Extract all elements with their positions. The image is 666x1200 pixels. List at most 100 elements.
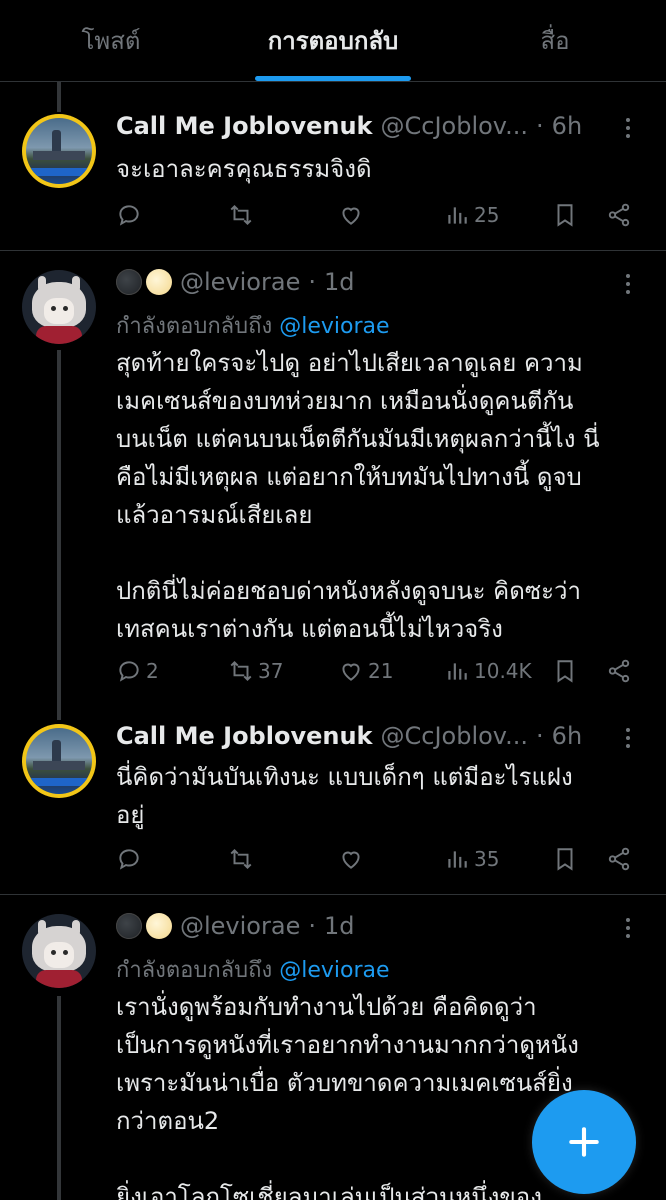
retweet-button[interactable] <box>228 202 258 228</box>
tweet-header: @leviorae · 1d <box>116 912 354 940</box>
tweet-actions: 25 <box>116 202 636 232</box>
replying-to: กำลังตอบกลับถึง @leviorae <box>116 952 390 987</box>
avatar[interactable] <box>22 914 96 988</box>
avatar[interactable] <box>22 270 96 344</box>
like-button[interactable]: 21 <box>338 658 393 684</box>
bookmark-button[interactable] <box>552 658 578 684</box>
share-button[interactable] <box>606 202 632 228</box>
user-handle[interactable]: @CcJoblov... <box>381 112 529 140</box>
tweet-text: นี่คิดว่ามันบันเทิงนะ แบบเด็กๆ แต่มีอะไร… <box>116 763 573 829</box>
views-button[interactable]: 10.4K <box>444 658 532 684</box>
full-moon-icon <box>146 269 172 295</box>
reply-button[interactable] <box>116 846 146 872</box>
reply-icon <box>119 661 139 682</box>
reply-count: 2 <box>146 659 159 683</box>
tweet-header: @leviorae · 1d <box>116 268 354 296</box>
tweet-text: สุดท้ายใครจะไปดู อย่าไปเสียเวลาดูเลย ควา… <box>116 349 600 643</box>
reply-button[interactable]: 2 <box>116 658 159 684</box>
divider <box>0 250 666 251</box>
bookmark-icon <box>557 660 573 683</box>
thread-line <box>57 996 61 1200</box>
more-options-icon[interactable] <box>620 274 636 294</box>
thread-line <box>57 350 61 720</box>
reply-icon <box>119 205 139 226</box>
tab-media[interactable]: สื่อ <box>444 0 666 81</box>
divider <box>0 894 666 895</box>
like-count: 21 <box>368 659 394 683</box>
views-icon <box>448 851 467 868</box>
separator-dot: · <box>536 722 544 750</box>
tab-posts[interactable]: โพสต์ <box>0 0 222 81</box>
timestamp[interactable]: 1d <box>324 268 355 296</box>
profile-tabs: โพสต์ การตอบกลับ สื่อ <box>0 0 666 82</box>
name-emoji[interactable] <box>116 269 172 295</box>
avatar[interactable] <box>22 724 96 798</box>
share-button[interactable] <box>606 846 632 872</box>
retweet-icon <box>230 204 252 226</box>
view-count: 10.4K <box>474 659 532 683</box>
plus-icon <box>569 1127 599 1157</box>
user-handle[interactable]: @CcJoblov... <box>381 722 529 750</box>
separator-dot: · <box>536 112 544 140</box>
tweet-text: จะเอาละครคุณธรรมจิงดิ <box>116 155 372 183</box>
like-button[interactable] <box>338 202 368 228</box>
share-icon <box>608 659 630 683</box>
retweet-icon <box>230 660 252 682</box>
bookmark-icon <box>557 848 573 871</box>
separator-dot: · <box>308 268 316 296</box>
view-count: 25 <box>474 203 500 227</box>
tweet-header: Call Me Joblovenuk @CcJoblov... · 6h <box>116 722 582 750</box>
compose-button[interactable] <box>532 1090 636 1194</box>
timestamp[interactable]: 6h <box>552 112 582 140</box>
views-button[interactable]: 25 <box>444 202 499 228</box>
display-name[interactable]: Call Me Joblovenuk <box>116 722 373 750</box>
tab-replies-label: การตอบกลับ <box>267 27 399 55</box>
mention-link[interactable]: @leviorae <box>279 958 389 983</box>
user-handle[interactable]: @leviorae <box>180 268 300 296</box>
like-button[interactable] <box>338 846 368 872</box>
share-icon <box>608 203 630 227</box>
replying-to-label: กำลังตอบกลับถึง <box>116 314 273 339</box>
more-options-icon[interactable] <box>620 728 636 748</box>
bookmark-button[interactable] <box>552 202 578 228</box>
heart-icon <box>342 851 360 869</box>
tab-replies[interactable]: การตอบกลับ <box>222 0 444 81</box>
replying-to: กำลังตอบกลับถึง @leviorae <box>116 308 390 343</box>
tweet-header: Call Me Joblovenuk @CcJoblov... · 6h <box>116 112 582 140</box>
mention-link[interactable]: @leviorae <box>279 314 389 339</box>
thread-line <box>57 82 61 112</box>
view-count: 35 <box>474 847 500 871</box>
retweet-button[interactable]: 37 <box>228 658 283 684</box>
tweet-actions: 35 <box>116 846 636 876</box>
views-icon <box>448 663 467 680</box>
timestamp[interactable]: 1d <box>324 912 355 940</box>
active-tab-indicator <box>255 76 411 81</box>
retweet-count: 37 <box>258 659 284 683</box>
bookmark-button[interactable] <box>552 846 578 872</box>
tab-media-label: สื่อ <box>540 27 570 55</box>
reply-icon <box>119 849 139 870</box>
views-button[interactable]: 35 <box>444 846 499 872</box>
new-moon-icon <box>116 913 142 939</box>
share-button[interactable] <box>606 658 632 684</box>
reply-button[interactable] <box>116 202 146 228</box>
more-options-icon[interactable] <box>620 918 636 938</box>
display-name[interactable]: Call Me Joblovenuk <box>116 112 373 140</box>
bookmark-icon <box>557 204 573 227</box>
share-icon <box>608 847 630 871</box>
views-icon <box>448 207 467 224</box>
user-handle[interactable]: @leviorae <box>180 912 300 940</box>
heart-icon <box>342 207 360 225</box>
retweet-button[interactable] <box>228 846 258 872</box>
separator-dot: · <box>308 912 316 940</box>
name-emoji[interactable] <box>116 913 172 939</box>
heart-icon <box>342 663 360 681</box>
more-options-icon[interactable] <box>620 118 636 138</box>
replying-to-label: กำลังตอบกลับถึง <box>116 958 273 983</box>
retweet-icon <box>230 848 252 870</box>
avatar[interactable] <box>22 114 96 188</box>
tweet-actions: 2 37 21 10.4K <box>116 658 636 688</box>
tab-posts-label: โพสต์ <box>81 27 141 55</box>
new-moon-icon <box>116 269 142 295</box>
timestamp[interactable]: 6h <box>552 722 582 750</box>
